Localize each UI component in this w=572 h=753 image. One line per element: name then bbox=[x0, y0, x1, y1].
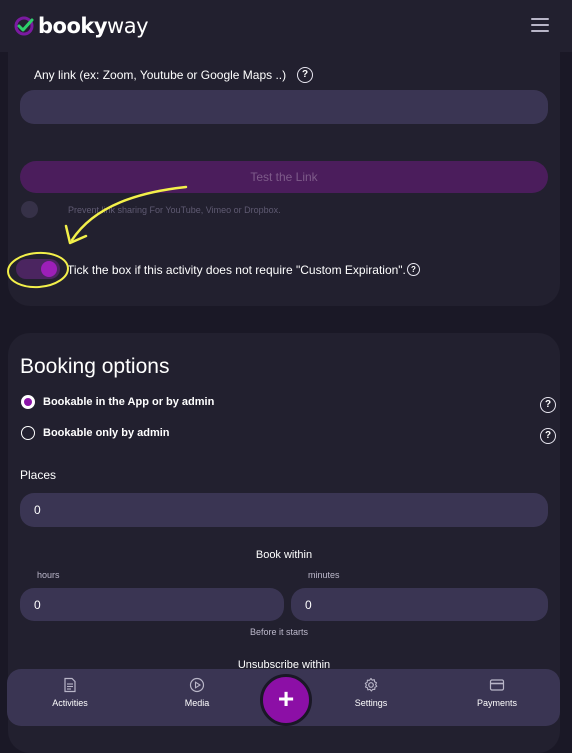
link-label: Any link (ex: Zoom, Youtube or Google Ma… bbox=[34, 68, 287, 82]
nav-media-label: Media bbox=[184, 698, 210, 708]
nav-settings[interactable]: Settings bbox=[326, 677, 416, 708]
nav-payments-label: Payments bbox=[476, 698, 518, 708]
hours-label: hours bbox=[37, 570, 60, 580]
link-input[interactable] bbox=[20, 90, 548, 124]
nav-activities[interactable]: Activities bbox=[25, 677, 115, 708]
nav-settings-label: Settings bbox=[354, 698, 388, 708]
prevent-sharing-toggle[interactable] bbox=[21, 201, 38, 218]
card-icon bbox=[489, 679, 505, 691]
custom-expiration-toggle[interactable] bbox=[16, 259, 60, 279]
link-help-icon[interactable]: ? bbox=[297, 67, 313, 83]
hamburger-menu-icon[interactable] bbox=[531, 18, 549, 32]
option-app-admin-help-icon[interactable]: ? bbox=[540, 397, 556, 413]
minutes-input[interactable]: 0 bbox=[291, 588, 548, 621]
radio-bookable-admin-only[interactable] bbox=[21, 426, 35, 440]
custom-expiration-help-icon[interactable]: ? bbox=[407, 263, 420, 276]
before-label: Before it starts bbox=[250, 627, 309, 637]
gear-icon bbox=[364, 677, 378, 692]
add-button[interactable]: + bbox=[260, 674, 312, 726]
nav-activities-label: Activities bbox=[52, 698, 88, 708]
play-icon bbox=[189, 677, 205, 693]
option-label-app-admin: Bookable in the App or by admin bbox=[43, 396, 215, 408]
app-logo[interactable]: bookyway bbox=[14, 12, 149, 40]
book-within-label: Book within bbox=[255, 549, 313, 561]
places-label: Places bbox=[20, 468, 57, 482]
hours-input[interactable]: 0 bbox=[20, 588, 284, 621]
test-link-button[interactable]: Test the Link bbox=[20, 161, 548, 193]
booking-options-title: Booking options bbox=[20, 355, 170, 378]
document-icon bbox=[64, 677, 76, 693]
logo-check-icon bbox=[14, 16, 34, 36]
option-label-admin-only: Bookable only by admin bbox=[43, 427, 170, 439]
radio-bookable-app-admin[interactable] bbox=[21, 395, 35, 409]
logo-text: bookyway bbox=[38, 14, 149, 38]
prevent-sharing-hint: Prevent link sharing For YouTube, Vimeo … bbox=[68, 205, 281, 215]
custom-expiration-label: Tick the box if this activity does not r… bbox=[67, 263, 406, 277]
toggle-knob bbox=[41, 261, 57, 277]
nav-media[interactable]: Media bbox=[152, 677, 242, 708]
minutes-label: minutes bbox=[308, 570, 340, 580]
nav-payments[interactable]: Payments bbox=[452, 677, 542, 708]
places-input[interactable]: 0 bbox=[20, 493, 548, 527]
option-admin-only-help-icon[interactable]: ? bbox=[540, 428, 556, 444]
